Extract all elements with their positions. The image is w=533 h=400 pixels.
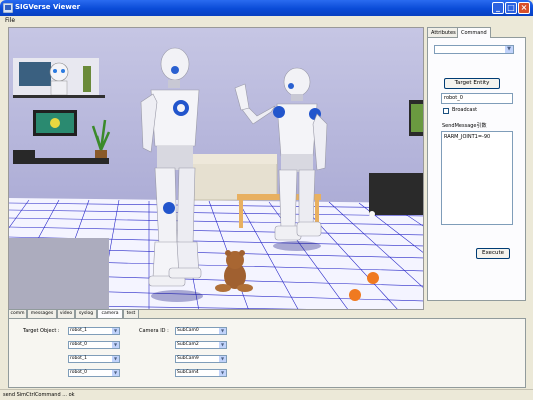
tab-command[interactable]: Command	[457, 27, 491, 38]
camera-id-value: SubCam0	[177, 328, 199, 333]
title-bar[interactable]: SIGVerse Viewer _ □ ×	[0, 0, 533, 16]
camera-panel: Target Object : Camera ID : robot_1 ▼ ro…	[8, 318, 526, 388]
target-object-select[interactable]: robot_1 ▼	[68, 327, 120, 335]
broadcast-checkbox[interactable]	[443, 108, 449, 114]
target-object-select[interactable]: robot_0 ▼	[68, 369, 120, 377]
chevron-down-icon[interactable]: ▼	[219, 328, 226, 334]
status-text: send SimCtrlCommand ... ok	[3, 392, 75, 398]
target-entity-button[interactable]: Target Entity	[444, 78, 500, 89]
camera-id-select[interactable]: SubCam4 ▼	[175, 369, 227, 377]
broadcast-label: Broadcast	[452, 107, 478, 113]
target-object-select[interactable]: robot_0 ▼	[68, 341, 120, 349]
tab-test[interactable]: test	[123, 309, 139, 318]
chevron-down-icon[interactable]: ▼	[219, 356, 226, 362]
camera-id-select[interactable]: SubCam9 ▼	[175, 355, 227, 363]
command-dropdown[interactable]: ▼	[434, 45, 514, 54]
target-object-value: robot_0	[70, 342, 87, 347]
menu-bar: File	[0, 16, 533, 27]
tab-comm[interactable]: comm	[8, 309, 27, 318]
chevron-down-icon[interactable]: ▼	[112, 328, 119, 334]
entity-input[interactable]: robot_0	[441, 93, 513, 104]
command-panel-body: ▼ Target Entity robot_0 Broadcast SendMe…	[427, 37, 526, 301]
camera-id-select[interactable]: SubCam2 ▼	[175, 341, 227, 349]
message-textarea[interactable]: RARM_JOINT1=-90	[441, 131, 513, 225]
camera-id-select[interactable]: SubCam0 ▼	[175, 327, 227, 335]
execute-button[interactable]: Execute	[476, 248, 510, 259]
preview-panel	[9, 238, 109, 309]
minimize-button[interactable]: _	[492, 2, 504, 14]
tab-attributes[interactable]: Attributes	[427, 27, 460, 37]
camera-id-value: SubCam4	[177, 370, 199, 375]
menu-file[interactable]: File	[5, 17, 15, 24]
close-button[interactable]: ×	[518, 2, 530, 14]
camera-id-value: SubCam2	[177, 342, 199, 347]
status-bar: send SimCtrlCommand ... ok	[0, 389, 533, 400]
app-icon	[3, 3, 13, 13]
camera-id-value: SubCam9	[177, 356, 199, 361]
target-object-select[interactable]: robot_1 ▼	[68, 355, 120, 363]
chevron-down-icon[interactable]: ▼	[219, 370, 226, 376]
chevron-down-icon[interactable]: ▼	[112, 370, 119, 376]
tab-messages[interactable]: messages	[27, 309, 57, 318]
camera-id-label: Camera ID :	[139, 328, 169, 334]
3d-viewport[interactable]	[8, 27, 424, 310]
send-message-label: SendMessage引数	[442, 123, 487, 129]
tab-syslog[interactable]: syslog	[75, 309, 97, 318]
tab-video[interactable]: video	[57, 309, 75, 318]
window-title: SIGVerse Viewer	[15, 3, 81, 11]
maximize-button[interactable]: □	[505, 2, 517, 14]
chevron-down-icon[interactable]: ▼	[505, 46, 513, 53]
target-object-value: robot_0	[70, 370, 87, 375]
chevron-down-icon[interactable]: ▼	[219, 342, 226, 348]
chevron-down-icon[interactable]: ▼	[112, 356, 119, 362]
command-panel: Attributes Command ▼ Target Entity robot…	[425, 27, 528, 310]
target-object-label: Target Object :	[23, 328, 60, 334]
chevron-down-icon[interactable]: ▼	[112, 342, 119, 348]
target-object-value: robot_1	[70, 328, 87, 333]
target-object-value: robot_1	[70, 356, 87, 361]
